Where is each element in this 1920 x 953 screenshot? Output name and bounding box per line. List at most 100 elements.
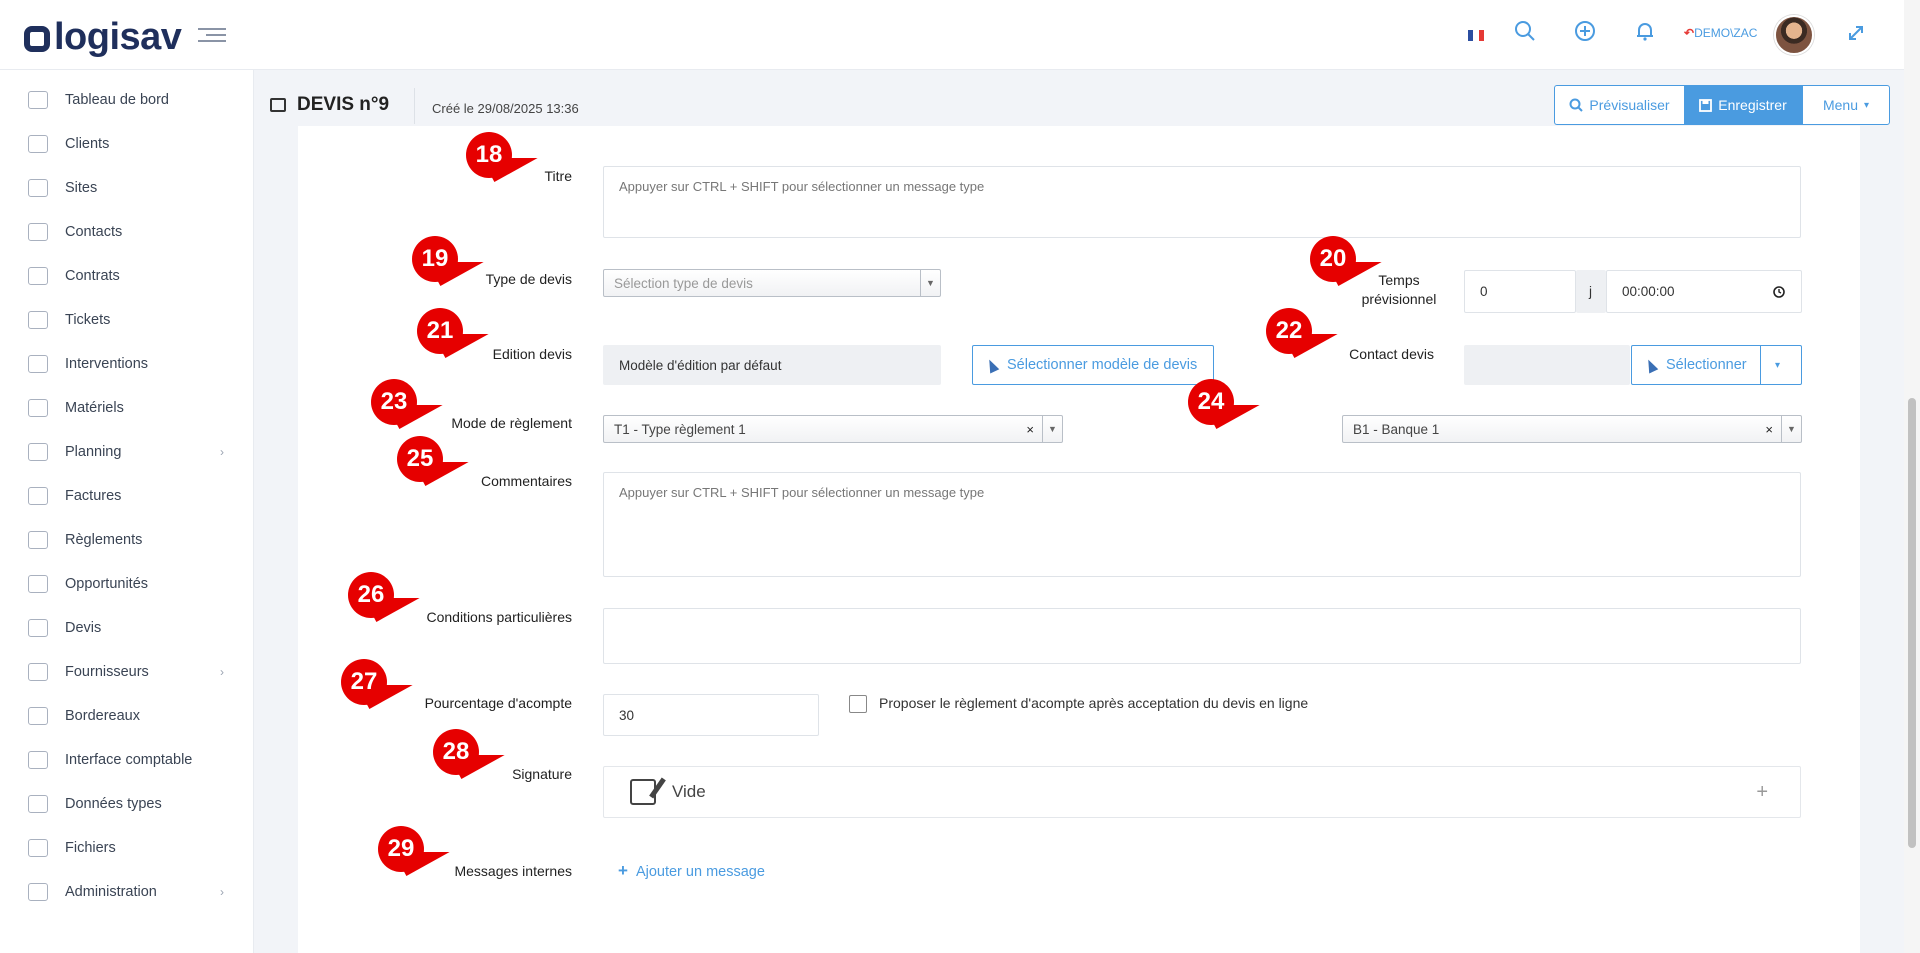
sidebar-item-17[interactable]: Données types [0,784,254,824]
mode-reglement-select[interactable]: T1 - Type règlement 1 × ▼ [603,415,1063,443]
sidebar-item-12[interactable]: Opportunités [0,564,254,604]
sidebar-item-label: Sites [65,180,98,196]
brand-logo[interactable]: logisav [24,16,182,59]
sidebar-item-label: Interventions [65,356,149,372]
page-scrollbar[interactable] [1904,0,1920,953]
sidebar-item-15[interactable]: Bordereaux [0,696,254,736]
return-arrow-icon: ↶ [1684,26,1695,40]
temps-time-input[interactable]: 00:00:00 [1606,270,1802,313]
avatar[interactable] [1774,15,1814,55]
sidebar-item-7[interactable]: Interventions [0,344,254,384]
commentaires-textarea[interactable]: Appuyer sur CTRL + SHIFT pour sélectionn… [603,472,1801,577]
badge-number: 20 [1310,236,1356,282]
temps-label-line2: prévisionnel [1361,291,1437,307]
sidebar-item-1[interactable]: Tableau de bord [0,80,254,120]
sidebar-item-label: Tickets [65,312,111,328]
annotation-badge: 22 [1266,308,1351,358]
chevron-right-icon: › [220,665,224,679]
temps-days-input[interactable]: 0 [1464,270,1576,313]
edition-model-field: Modèle d'édition par défaut [603,345,941,385]
titre-textarea[interactable]: Appuyer sur CTRL + SHIFT pour sélectionn… [603,166,1801,238]
chevron-down-icon: ▾ [1775,359,1781,371]
banque-select[interactable]: B1 - Banque 1 × ▼ [1342,415,1802,443]
sidebar-item-5[interactable]: Contrats [0,256,254,296]
add-message-link[interactable]: + Ajouter un message [618,861,765,881]
annotation-badge: 23 [371,379,456,429]
sidebar-item-label: Contacts [65,224,123,240]
sidebar-item-label: Interface comptable [65,752,193,768]
acompte-input[interactable]: 30 [603,694,819,736]
menu-button[interactable]: Menu ▾ [1802,85,1890,125]
expand-icon[interactable] [1841,20,1871,50]
menu-toggle-icon[interactable] [198,24,226,46]
chevron-right-icon: › [220,885,224,899]
badge-number: 27 [341,659,387,705]
conditions-textarea[interactable] [603,608,1801,664]
badge-number: 21 [417,308,463,354]
sidebar-item-label: Opportunités [65,576,149,592]
badge-number: 18 [466,132,512,178]
sidebar-item-label: Administration [65,884,157,900]
bell-icon[interactable] [1630,20,1660,50]
sidebar-item-4[interactable]: Contacts [0,212,254,252]
acompte-online-checkbox[interactable] [849,695,867,713]
badge-number: 29 [378,826,424,872]
user-switch-link[interactable]: ↶DEMO\ZAC [1684,26,1757,40]
select-contact-button[interactable]: Sélectionner [1631,345,1761,385]
sidebar-item-19[interactable]: Administration › [0,872,254,912]
select-model-button[interactable]: Sélectionner modèle de devis [972,345,1214,385]
sidebar-item-label: Fichiers [65,840,116,856]
export-icon [28,751,48,769]
preview-button[interactable]: Prévisualiser [1554,85,1684,125]
signature-field[interactable]: Vide + [603,766,1801,818]
badge-number: 28 [433,729,479,775]
sidebar-item-8[interactable]: Matériels [0,388,254,428]
sidebar-item-18[interactable]: Fichiers [0,828,254,868]
type-devis-select[interactable]: Sélection type de devis ▼ [603,269,941,297]
sidebar-item-10[interactable]: Factures [0,476,254,516]
annotation-badge: 28 [433,729,518,779]
annotation-badge: 26 [348,572,433,622]
annotation-badge: 27 [341,659,426,709]
annotation-badge: 20 [1310,236,1395,286]
contact-dropdown-button[interactable]: ▾ [1761,345,1802,385]
french-flag-icon[interactable] [1468,30,1484,41]
sidebar-item-2[interactable]: Clients [0,124,254,164]
sidebar-item-3[interactable]: Sites [0,168,254,208]
sidebar-item-label: Matériels [65,400,124,416]
logo-mark-icon [24,26,50,52]
add-circle-icon[interactable] [1570,20,1600,50]
plus-icon[interactable]: + [1756,781,1768,804]
users-icon [28,135,48,153]
sidebar-item-label: Planning [65,444,122,460]
scrollbar-thumb[interactable] [1908,398,1916,848]
created-date: Créé le 29/08/2025 13:36 [432,101,579,116]
sidebar-item-label: Règlements [65,532,143,548]
clear-icon[interactable]: × [1026,422,1034,437]
sidebar-item-label: Tableau de bord [65,92,169,108]
sidebar-item-11[interactable]: Règlements [0,520,254,560]
brand-name: logisav [54,16,182,58]
signature-value: Vide [672,782,706,801]
save-button[interactable]: Enregistrer [1684,85,1802,125]
sidebar-item-label: Factures [65,488,122,504]
dashboard-icon [28,91,48,109]
search-icon [1569,98,1584,112]
caret-down-icon: ▼ [1042,416,1062,442]
add-message-label: Ajouter un message [635,864,765,880]
annotation-badge: 19 [412,236,497,286]
sidebar-item-14[interactable]: Fournisseurs › [0,652,254,692]
invoice-icon [28,487,48,505]
sidebar-item-9[interactable]: Planning › [0,432,254,472]
annotation-badge: 18 [466,132,551,182]
clear-icon[interactable]: × [1765,422,1773,437]
top-bar: logisav ↶DEMO\ZAC [0,0,1904,70]
badge-number: 19 [412,236,458,282]
temps-time-value: 00:00:00 [1622,284,1675,299]
search-icon[interactable] [1510,20,1540,50]
sidebar-item-6[interactable]: Tickets [0,300,254,340]
select-contact-label: Sélectionner [1666,357,1747,373]
sidebar-item-13[interactable]: Devis [0,608,254,648]
select-model-label: Sélectionner modèle de devis [1007,357,1198,373]
sidebar-item-16[interactable]: Interface comptable [0,740,254,780]
